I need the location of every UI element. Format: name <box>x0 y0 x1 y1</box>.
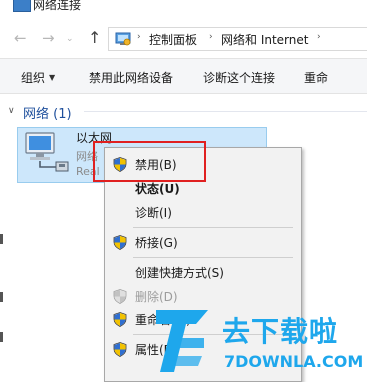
group-title: 网络 (1) <box>23 107 72 122</box>
breadcrumb-network-internet[interactable]: 网络和 Internet <box>221 31 308 48</box>
forward-arrow-icon[interactable]: → <box>42 30 55 46</box>
recent-locations-chevron-icon[interactable]: ⌄ <box>66 31 74 47</box>
breadcrumb-separator-icon: › <box>209 32 213 42</box>
uac-shield-icon <box>113 312 127 327</box>
back-arrow-icon[interactable]: ← <box>14 30 27 46</box>
title-bar: 网络连接 <box>0 0 367 22</box>
edge-mark <box>0 292 3 302</box>
edge-mark <box>0 234 3 244</box>
uac-shield-icon <box>113 289 127 304</box>
organize-label: 组织 <box>21 71 46 85</box>
menu-separator <box>133 227 293 228</box>
watermark-text-en: 7DOWNLA.COM <box>224 352 364 371</box>
caret-down-icon: ▼ <box>49 73 56 82</box>
menu-item-bridge[interactable]: 桥接(G) <box>105 231 301 253</box>
network-connections-icon <box>13 0 31 12</box>
navigation-bar: ← → ⌄ ↑ › 控制面板 › 网络和 Internet › <box>0 22 367 56</box>
uac-shield-icon <box>113 342 127 357</box>
menu-item-create-shortcut[interactable]: 创建快捷方式(S) <box>105 261 301 283</box>
up-arrow-icon[interactable]: ↑ <box>88 30 101 46</box>
control-panel-icon <box>115 32 131 46</box>
breadcrumb-control-panel[interactable]: 控制面板 <box>149 31 197 48</box>
disable-device-button[interactable]: 禁用此网络设备 <box>89 69 173 86</box>
menu-item-label: 诊断(I) <box>135 206 172 220</box>
group-divider <box>84 111 367 112</box>
menu-item-label: 桥接(G) <box>135 236 178 250</box>
window-title: 网络连接 <box>33 0 82 12</box>
breadcrumb-separator-icon: › <box>317 32 321 42</box>
breadcrumb-separator-icon: › <box>137 32 141 42</box>
menu-item-label: 状态(U) <box>135 182 180 196</box>
watermark-logo-icon <box>156 310 208 372</box>
left-pane-edge <box>0 94 4 382</box>
edge-mark <box>0 332 3 342</box>
menu-separator <box>133 257 293 258</box>
collapse-chevron-icon: ∨ <box>8 106 15 116</box>
address-bar[interactable]: › 控制面板 › 网络和 Internet › <box>108 27 367 51</box>
rename-connection-button[interactable]: 重命 <box>304 69 328 86</box>
menu-item-diagnose[interactable]: 诊断(I) <box>105 201 301 223</box>
command-toolbar: 组织 ▼ 禁用此网络设备 诊断这个连接 重命 <box>0 58 367 94</box>
diagnose-connection-button[interactable]: 诊断这个连接 <box>203 69 275 86</box>
watermark-text-cn: 去下载啦 <box>222 315 339 348</box>
ethernet-adapter-icon <box>25 132 69 172</box>
uac-shield-icon <box>113 235 127 250</box>
organize-button[interactable]: 组织 ▼ <box>21 69 55 86</box>
menu-item-label: 创建快捷方式(S) <box>135 266 224 280</box>
watermark: 去下载啦 7DOWNLA.COM <box>150 302 367 382</box>
highlight-annotation <box>93 141 206 182</box>
